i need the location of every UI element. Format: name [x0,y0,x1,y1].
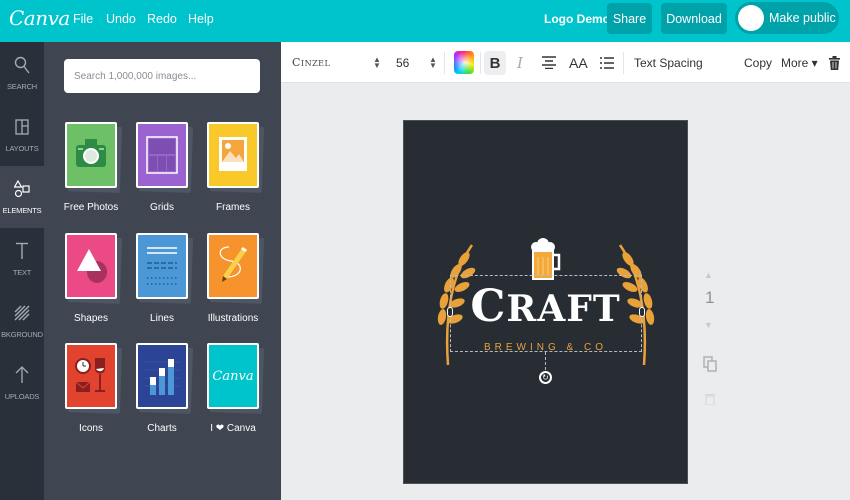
icons-icon [75,358,105,392]
duplicate-page-icon[interactable] [703,356,717,377]
frame-icon [219,137,247,171]
elements-icon [14,178,30,200]
document-title[interactable]: Logo Demo [544,12,610,26]
font-name: Cinzel [292,56,331,69]
delete-button[interactable] [829,42,840,83]
menu-help[interactable]: Help [188,12,214,26]
page-up-icon[interactable]: ▲ [704,270,713,280]
copy-button[interactable]: Copy [744,42,772,83]
design-page[interactable]: CRAFT BREWING & CO ↻ [403,120,688,484]
text-toolbar: Cinzel ▲ ▼ 56 ▲ ▼ B I AA Text Spacing Copy… [281,42,850,83]
rail-item-text[interactable]: TEXT [0,228,44,290]
rotate-connector [545,352,546,370]
rail-label: UPLOADS [4,392,40,401]
menu-redo[interactable]: Redo [147,12,177,26]
lines-thumbnail [136,233,188,299]
font-size-select[interactable]: 56 [396,42,409,83]
icons-thumbnail [65,343,117,409]
resize-handle-left[interactable] [447,307,453,317]
font-family-select[interactable]: Cinzel [292,42,330,83]
rail-item-elements[interactable]: ELEMENTS [0,166,44,228]
illustrations-thumbnail [207,233,259,299]
font-size-stepper-icon[interactable]: ▲ ▼ [429,42,437,83]
font-family-stepper-icon[interactable]: ▲ ▼ [373,42,381,83]
make-public-label: Make public [769,11,836,25]
rotate-handle[interactable]: ↻ [539,371,552,384]
rail-label: ELEMENTS [2,206,42,215]
canva-tile-logo: Canva [212,368,254,384]
layouts-icon [15,116,29,138]
tile-label: Frames [216,202,250,213]
design-workspace: CRAFT BREWING & CO ↻ ▲ 1 ▼ [281,84,850,500]
search-icon [14,54,30,76]
list-button[interactable] [600,42,614,83]
align-center-icon [542,56,556,69]
delete-page-icon[interactable] [705,392,715,410]
font-size-value: 56 [396,55,410,70]
text-selection-box[interactable] [447,275,645,352]
rail-item-search[interactable]: SEARCH [0,42,44,104]
image-search-input[interactable] [64,59,260,93]
shapes-icon [77,249,107,283]
download-button[interactable]: Download [661,3,727,34]
side-rail: SEARCH LAYOUTS ELEMENTS TEXT BKGROUND UP… [0,42,44,500]
menu-file[interactable]: File [73,12,93,26]
lines-icon [147,247,177,285]
align-button[interactable] [542,42,556,83]
bold-button[interactable]: B [484,51,506,75]
charts-thumbnail [136,343,188,409]
grids-thumbnail [136,122,188,188]
italic-button[interactable]: I [517,42,523,83]
elements-panel: Free Photos Grids Frames Shapes Lines [44,42,281,500]
free-photos-thumbnail [65,122,117,188]
page-down-icon[interactable]: ▼ [704,320,713,330]
rail-item-uploads[interactable]: UPLOADS [0,352,44,414]
page-number: 1 [705,288,715,307]
rail-label: BKGROUND [1,330,43,339]
make-public-toggle[interactable]: Make public [735,2,839,34]
more-button[interactable]: More ▾ [781,42,818,83]
text-color-picker[interactable] [454,51,474,74]
canva-logo[interactable]: Canva [9,6,70,30]
tile-label: I ❤ Canva [210,423,256,434]
tile-label: Illustrations [207,313,259,324]
text-spacing-button[interactable]: Text Spacing [634,42,703,83]
top-bar: Canva File Undo Redo Help Logo Demo Shar… [0,0,850,42]
text-icon [15,240,29,262]
shapes-thumbnail [65,233,117,299]
canva-thumbnail: Canva [207,343,259,409]
list-icon [600,56,614,69]
resize-handle-right[interactable] [639,307,645,317]
bar-chart-icon [144,359,180,395]
background-icon [14,302,30,324]
menu-undo[interactable]: Undo [106,12,136,26]
upload-icon [15,364,29,386]
pencil-icon [219,246,247,282]
grid-icon [146,136,178,174]
share-button[interactable]: Share [607,3,652,34]
trash-icon [829,55,840,70]
rail-item-layouts[interactable]: LAYOUTS [0,104,44,166]
frames-thumbnail [207,122,259,188]
camera-icon [76,139,106,167]
rail-label: TEXT [12,268,32,277]
text-case-button[interactable]: AA [569,42,588,83]
rail-item-background[interactable]: BKGROUND [0,290,44,352]
toggle-knob [738,5,764,31]
rail-label: SEARCH [6,82,38,91]
rail-label: LAYOUTS [5,144,39,153]
